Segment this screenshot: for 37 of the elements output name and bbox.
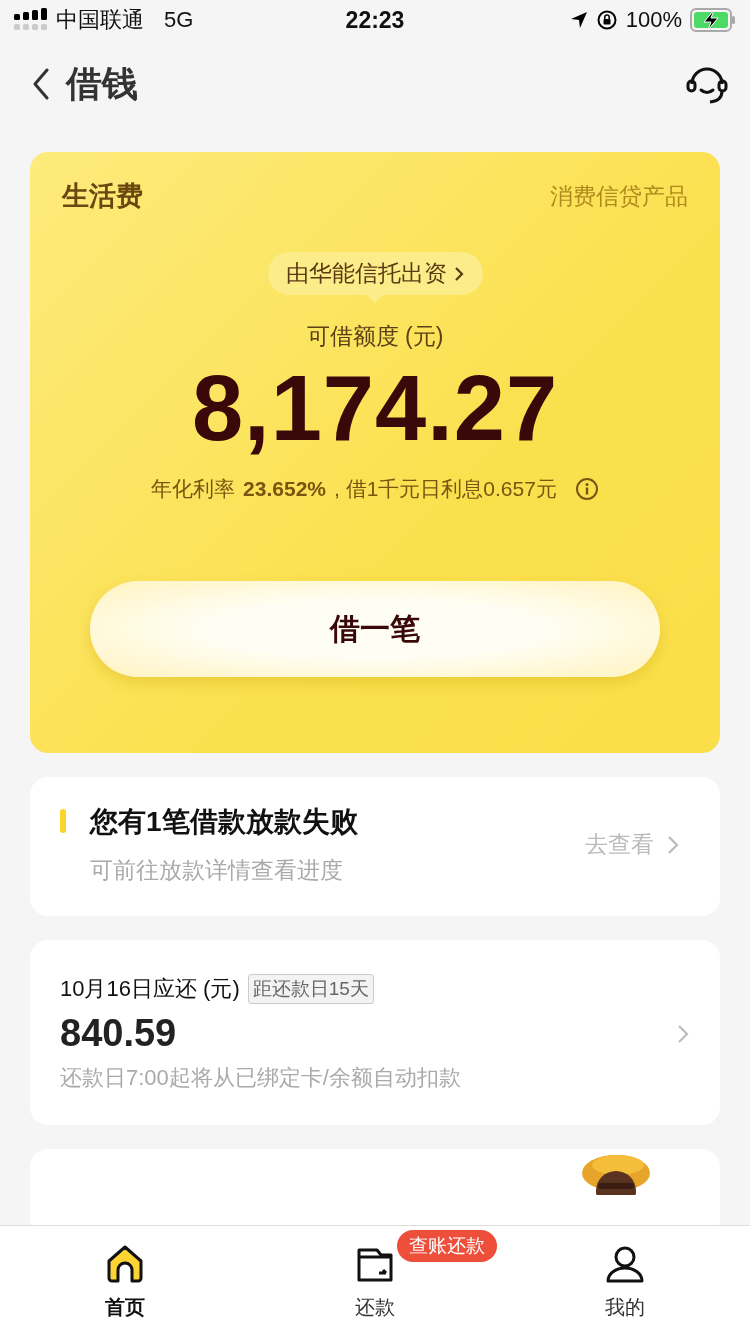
network-type: 5G	[164, 7, 194, 33]
autopay-note: 还款日7:00起将从已绑定卡/余额自动扣款	[60, 1064, 462, 1092]
due-amount: 840.59	[60, 1012, 178, 1055]
product-name: 生活费	[62, 180, 143, 213]
info-icon[interactable]	[574, 477, 599, 501]
tab-item[interactable]: 我的	[605, 1226, 645, 1334]
tab-badge: 查账还款	[397, 1230, 497, 1262]
notice-subtitle: 可前往放款详情查看进度	[90, 856, 344, 885]
product-tag: 消费信贷产品	[550, 180, 688, 212]
notice-title: 您有1笔借款放款失败	[90, 805, 359, 839]
interest-note: , 借1千元日利息0.657元	[334, 476, 557, 502]
tab-item[interactable]: 首页	[105, 1226, 145, 1334]
home-icon	[105, 1244, 145, 1284]
repayment-card[interactable]: 10月16日应还 (元) 距还款日15天 840.59 还款日7:00起将从已绑定卡/余额自动扣款	[30, 940, 720, 1125]
limit-amount: 8,174.27	[191, 356, 559, 461]
rotation-lock-icon	[595, 9, 618, 31]
chevron-icon	[666, 833, 680, 856]
chevron-icon	[452, 264, 465, 283]
borrow-button[interactable]: 借一笔	[90, 581, 660, 677]
chevron-icon	[676, 1022, 690, 1045]
countdown-tag: 距还款日15天	[247, 974, 374, 1004]
carrier-name: 中国联通	[56, 6, 144, 34]
due-label: 10月16日应还 (元)	[60, 975, 240, 1003]
limit-label: 可借额度 (元)	[306, 322, 444, 351]
battery-percent: 100%	[625, 7, 682, 33]
rate-label: 年化利率	[151, 476, 236, 502]
signal-icon	[14, 8, 48, 32]
tab-item[interactable]: 还款	[355, 1226, 395, 1334]
notice-card[interactable]: 您有1笔借款放款失败 可前往放款详情查看进度 去查看	[30, 777, 720, 916]
accent-bar	[60, 809, 66, 833]
person-icon	[605, 1244, 645, 1284]
back-icon[interactable]	[32, 68, 50, 100]
clock: 22:23	[345, 6, 405, 34]
battery-charging-icon	[690, 8, 736, 32]
location-icon	[569, 11, 588, 29]
page-title: 借钱	[66, 61, 139, 106]
rate-value: 23.652%	[243, 477, 326, 501]
